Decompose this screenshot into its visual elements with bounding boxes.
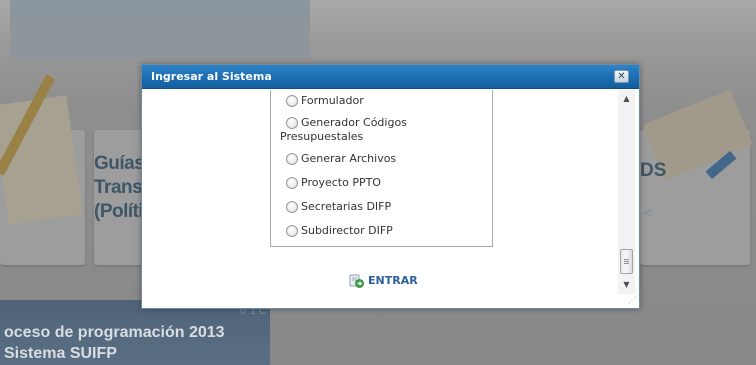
dialog-title: Ingresar al Sistema [151,70,272,83]
role-label: Formulador [301,94,364,107]
radio-icon[interactable] [286,225,298,237]
grip-line [624,261,629,262]
background-right-marker: < [642,206,653,221]
role-option-generar-archivos[interactable]: Generar Archivos [286,152,396,166]
role-label: Subdirector DIFP [301,224,393,237]
enter-label: ENTRAR [368,274,418,287]
role-label: Generador Códigos [301,116,407,129]
enter-button[interactable]: ENTRAR [349,273,418,288]
grip-line [624,259,629,260]
scroll-thumb[interactable] [620,249,633,274]
role-option-proyecto-ppto[interactable]: Proyecto PPTO [286,176,381,190]
enter-icon [349,273,364,288]
close-icon[interactable]: ✕ [614,70,629,83]
radio-icon[interactable] [286,201,298,213]
login-dialog: Ingresar al Sistema ✕ Formulador Generad… [141,64,640,309]
dialog-scrollbar[interactable]: ▲ ▼ [618,90,635,294]
role-label: Secretarias DIFP [301,200,392,213]
role-label: Generar Archivos [301,152,397,165]
bottom-line-2: Sistema SUIFP [4,345,117,362]
role-option-formulador[interactable]: Formulador [286,94,364,108]
background-bottom-text: oceso de programación 2013 Sistema SUIFP [4,322,225,364]
scroll-down-icon[interactable]: ▼ [618,278,635,292]
role-option-secretarias-difp[interactable]: Secretarias DIFP [286,200,391,214]
scroll-up-icon[interactable]: ▲ [618,92,635,106]
heading-line-3: (Políti [94,201,142,222]
grip-line [624,263,629,264]
background-right-heading: DS [640,160,667,181]
role-list: Formulador Generador Códigos Presupuesta… [270,90,493,247]
bottom-line-1: oceso de programación 2013 [4,324,225,341]
notepad-illustration [0,95,83,225]
radio-icon[interactable] [286,153,298,165]
radio-icon[interactable] [286,177,298,189]
role-option-subdirector-difp[interactable]: Subdirector DIFP [286,224,393,238]
dialog-titlebar[interactable]: Ingresar al Sistema ✕ [142,65,639,89]
background-banner [10,0,310,60]
radio-icon[interactable] [286,95,298,107]
heading-line-1: Guías [94,153,142,174]
role-label-continuation: Presupuestales [280,130,364,143]
radio-icon[interactable] [286,117,298,129]
resize-grip-icon[interactable]: ⋰ [628,297,636,305]
role-label: Proyecto PPTO [301,176,381,189]
heading-line-2: Transv [94,177,142,198]
background-card-heading: Guías Transv (Políti [94,152,142,224]
role-option-generador-codigos[interactable]: Generador Códigos [286,116,407,130]
dialog-body: Formulador Generador Códigos Presupuesta… [142,90,639,308]
